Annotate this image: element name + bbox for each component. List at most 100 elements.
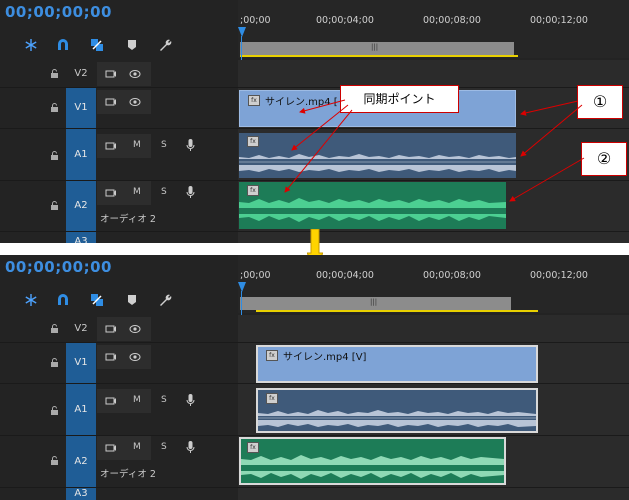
marker-icon[interactable] xyxy=(125,38,139,52)
track-label-a3[interactable]: A3 xyxy=(66,232,96,243)
ruler-label: 00;00;08;00 xyxy=(423,15,481,26)
work-area-bar[interactable]: ||| xyxy=(240,42,514,55)
film-icon[interactable] xyxy=(105,188,117,198)
track-v1: V1 fx サイレン.mp4 [V] xyxy=(0,343,629,384)
timecode-display[interactable]: 00;00;00;00 xyxy=(5,258,112,276)
time-ruler[interactable]: ;00;00 00;00;04;00 00;00;08;00 00;00;12;… xyxy=(238,255,629,313)
track-controls xyxy=(97,317,151,341)
track-a3-lane[interactable] xyxy=(238,232,629,243)
marker-icon[interactable] xyxy=(125,293,139,307)
audio-clip-a2[interactable]: fx xyxy=(239,437,506,485)
track-name[interactable]: オーディオ 2 xyxy=(100,211,156,225)
track-controls xyxy=(97,345,151,369)
track-label-a2[interactable]: A2 xyxy=(66,181,96,231)
wrench-icon[interactable] xyxy=(158,293,172,307)
track-v2-lane[interactable] xyxy=(238,315,629,342)
audio-clip-a2[interactable]: fx xyxy=(239,182,506,229)
video-clip[interactable]: fx サイレン.mp4 [V] xyxy=(256,345,538,383)
work-area-grip: ||| xyxy=(370,298,378,306)
link-icon[interactable] xyxy=(90,293,104,307)
snowflake-icon[interactable] xyxy=(24,293,38,307)
lock-icon[interactable] xyxy=(50,151,59,160)
timeline-toolbar xyxy=(0,293,237,311)
lock-icon[interactable] xyxy=(50,456,59,465)
track-controls: M xyxy=(97,389,151,413)
track-name[interactable]: オーディオ 2 xyxy=(100,466,156,480)
magnet-icon[interactable] xyxy=(56,293,70,307)
solo-button[interactable]: S xyxy=(161,140,167,150)
timeline-panel-after: 00;00;00;00 ;00;00 00;00;04;00 00;00;08;… xyxy=(0,255,629,500)
waveform xyxy=(239,154,516,172)
waveform xyxy=(258,410,536,427)
ruler-label: 00;00;04;00 xyxy=(316,15,374,26)
track-label-a1[interactable]: A1 xyxy=(66,384,96,435)
mic-icon[interactable] xyxy=(186,186,195,199)
track-controls xyxy=(97,90,151,114)
mic-icon[interactable] xyxy=(186,394,195,407)
film-icon[interactable] xyxy=(105,443,117,453)
timeline-panel-before: 00;00;00;00 ;00;00 00;00;04;00 00;00;08;… xyxy=(0,0,629,243)
eye-icon[interactable] xyxy=(129,69,141,79)
film-icon[interactable] xyxy=(105,352,117,362)
ruler-label: ;00;00 xyxy=(240,270,271,281)
track-label-a1[interactable]: A1 xyxy=(66,129,96,180)
lock-icon[interactable] xyxy=(50,103,59,112)
lock-icon[interactable] xyxy=(50,69,59,78)
eye-icon[interactable] xyxy=(129,97,141,107)
track-v2-lane[interactable] xyxy=(238,60,629,87)
film-icon[interactable] xyxy=(105,324,117,334)
track-a3-lane[interactable] xyxy=(238,488,629,500)
playhead[interactable] xyxy=(238,27,246,37)
track-label-v1[interactable]: V1 xyxy=(66,88,96,128)
ruler-label: 00;00;04;00 xyxy=(316,270,374,281)
mic-icon[interactable] xyxy=(186,139,195,152)
work-area-bar[interactable]: ||| xyxy=(240,297,511,310)
lock-icon[interactable] xyxy=(50,406,59,415)
mute-button[interactable]: M xyxy=(133,187,141,197)
mute-button[interactable]: M xyxy=(133,442,141,452)
track-label-v2[interactable]: V2 xyxy=(66,60,96,87)
waveform xyxy=(239,198,506,222)
marker-1-label: ① xyxy=(577,85,623,119)
solo-button[interactable]: S xyxy=(161,395,167,405)
magnet-icon[interactable] xyxy=(56,38,70,52)
playhead[interactable] xyxy=(238,282,246,292)
lock-icon[interactable] xyxy=(50,201,59,210)
solo-button[interactable]: S xyxy=(161,187,167,197)
time-ruler[interactable]: ;00;00 00;00;04;00 00;00;08;00 00;00;12;… xyxy=(238,0,629,58)
film-icon[interactable] xyxy=(105,97,117,107)
eye-icon[interactable] xyxy=(129,352,141,362)
fx-icon: fx xyxy=(248,95,260,106)
mic-icon[interactable] xyxy=(186,441,195,454)
solo-button[interactable]: S xyxy=(161,442,167,452)
track-label-v2[interactable]: V2 xyxy=(66,315,96,342)
track-label-v1[interactable]: V1 xyxy=(66,343,96,383)
fx-icon: fx xyxy=(266,393,278,404)
clip-name: サイレン.mp4 [ xyxy=(265,97,338,108)
track-label-a3[interactable]: A3 xyxy=(66,488,96,500)
track-a1: A1 M S fx xyxy=(0,384,629,436)
lock-icon[interactable] xyxy=(50,358,59,367)
audio-clip-a1[interactable]: fx xyxy=(256,388,538,433)
film-icon[interactable] xyxy=(105,69,117,79)
track-label-a2[interactable]: A2 xyxy=(66,436,96,487)
timecode-display[interactable]: 00;00;00;00 xyxy=(5,3,112,21)
timeline-toolbar xyxy=(0,38,237,56)
film-icon[interactable] xyxy=(105,396,117,406)
waveform xyxy=(241,455,504,479)
lock-icon[interactable] xyxy=(50,324,59,333)
ruler-label: 00;00;12;00 xyxy=(530,270,588,281)
audio-clip-a1[interactable]: fx xyxy=(239,133,516,178)
marker-2-label: ② xyxy=(581,142,627,176)
ruler-label: 00;00;12;00 xyxy=(530,15,588,26)
eye-icon[interactable] xyxy=(129,324,141,334)
sync-point-callout: 同期ポイント xyxy=(340,85,459,113)
mute-button[interactable]: M xyxy=(133,140,141,150)
mute-button[interactable]: M xyxy=(133,395,141,405)
track-a3: A3 xyxy=(0,488,629,500)
snowflake-icon[interactable] xyxy=(24,38,38,52)
wrench-icon[interactable] xyxy=(158,38,172,52)
film-icon[interactable] xyxy=(105,141,117,151)
track-v2: V2 xyxy=(0,60,629,88)
link-icon[interactable] xyxy=(90,38,104,52)
